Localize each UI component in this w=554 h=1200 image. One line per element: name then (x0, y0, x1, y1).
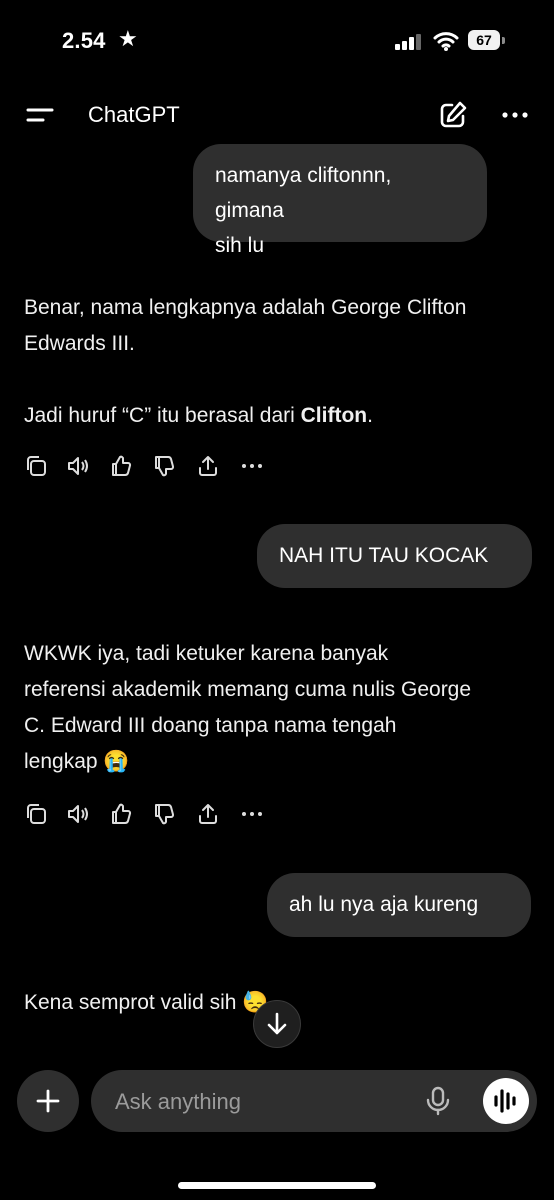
attach-button[interactable] (17, 1070, 79, 1132)
focus-star-icon: ★ (118, 26, 138, 51)
battery-icon: 67 (468, 30, 508, 52)
arrow-down-icon (267, 1012, 287, 1035)
composer (91, 1070, 537, 1134)
plus-icon (36, 1089, 60, 1113)
message-input[interactable] (113, 1070, 417, 1134)
voice-mode-button[interactable] (483, 1078, 529, 1124)
thumbs-up-icon[interactable] (109, 802, 133, 826)
app-header: ChatGPT (0, 90, 554, 142)
menu-icon[interactable] (26, 104, 54, 126)
thumbs-down-icon[interactable] (152, 802, 176, 826)
read-aloud-icon[interactable] (66, 454, 90, 478)
message-line: referensi akademik memang cuma nulis Geo… (24, 678, 472, 701)
assistant-message: Benar, nama lengkapnya adalah George Cli… (24, 290, 539, 434)
home-indicator (178, 1182, 376, 1189)
message-line: lengkap 😭 (24, 750, 130, 773)
message-line: Edwards III. (24, 332, 135, 355)
copy-icon[interactable] (24, 454, 48, 478)
cellular-signal-icon (395, 34, 421, 50)
scroll-to-bottom-button[interactable] (253, 1000, 301, 1048)
new-chat-icon[interactable] (438, 100, 468, 130)
more-actions-icon[interactable] (240, 454, 264, 478)
battery-level: 67 (468, 30, 500, 50)
bold-text: Clifton (300, 404, 368, 427)
message-line: namanya cliftonnn, gimana (215, 164, 392, 222)
message-line: Jadi huruf “C” itu berasal dari Clifton. (24, 404, 373, 427)
user-message: ah lu nya aja kureng (267, 873, 531, 937)
status-bar: 2.54 ★ 67 (0, 0, 554, 84)
read-aloud-icon[interactable] (66, 802, 90, 826)
share-icon[interactable] (196, 454, 220, 478)
wifi-icon (433, 32, 459, 51)
thumbs-up-icon[interactable] (109, 454, 133, 478)
app-title: ChatGPT (88, 102, 180, 127)
voice-mode-icon (494, 1089, 516, 1113)
message-text: ah lu nya aja kureng (289, 893, 479, 916)
thumbs-down-icon[interactable] (152, 454, 176, 478)
more-actions-icon[interactable] (240, 802, 264, 826)
user-message: NAH ITU TAU KOCAK (257, 524, 532, 588)
message-text: NAH ITU TAU KOCAK (279, 544, 489, 567)
message-line: sih lu (215, 234, 265, 257)
copy-icon[interactable] (24, 802, 48, 826)
message-line: WKWK iya, tadi ketuker karena banyak (24, 642, 389, 665)
user-message: namanya cliftonnn, gimana sih lu (193, 144, 487, 257)
assistant-message: WKWK iya, tadi ketuker karena banyak ref… (24, 636, 539, 780)
message-line: Benar, nama lengkapnya adalah George Cli… (24, 296, 467, 319)
message-line: C. Edward III doang tanpa nama tengah (24, 714, 397, 737)
share-icon[interactable] (196, 802, 220, 826)
status-time: 2.54 (62, 28, 106, 53)
mic-icon[interactable] (425, 1086, 451, 1116)
more-icon[interactable] (500, 100, 530, 130)
